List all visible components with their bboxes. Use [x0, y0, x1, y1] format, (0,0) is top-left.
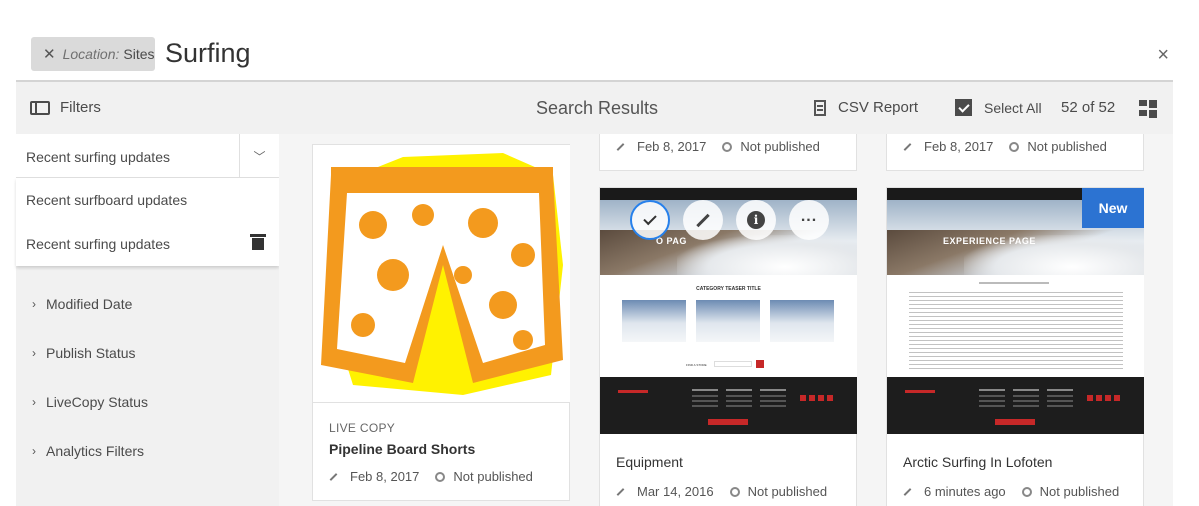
- page-thumbnail: O PAG CATEGORY TEASER TITLE FIND A STORE…: [600, 188, 857, 434]
- search-bar: ✕ Location: Sites Surfing ×: [0, 0, 1199, 82]
- thumb-hero-text: EXPERIENCE PAGE: [943, 236, 1036, 246]
- select-all-button[interactable]: Select All: [955, 99, 1042, 116]
- publish-status-icon: [729, 486, 740, 497]
- saved-search-value: Recent surfing updates: [26, 149, 170, 165]
- facet-livecopy-status[interactable]: › LiveCopy Status: [32, 394, 148, 410]
- remove-tag-icon[interactable]: ✕: [43, 45, 56, 63]
- results-grid: Feb 8, 2017 Not published Feb 8, 2017 No…: [279, 134, 1173, 506]
- thumb-store-label: FIND A STORE: [686, 362, 707, 367]
- pencil-icon: [329, 472, 338, 481]
- filter-rail: Recent surfing updates ﹀ Recent surfboar…: [16, 134, 279, 506]
- result-card-pipeline-board-shorts[interactable]: LIVE COPY Pipeline Board Shorts Feb 8, 2…: [312, 144, 570, 501]
- chevron-right-icon: ›: [32, 346, 36, 360]
- facet-label: Modified Date: [46, 296, 133, 312]
- card-meta: 6 minutes ago Not published: [903, 484, 1119, 499]
- publish-status: Not published: [1027, 139, 1107, 154]
- card-meta: Feb 8, 2017 Not published: [903, 139, 1107, 154]
- publish-status: Not published: [740, 139, 820, 154]
- info-icon: i: [747, 211, 765, 229]
- trash-icon[interactable]: [250, 234, 266, 250]
- publish-status: Not published: [747, 484, 828, 499]
- tag-value: Sites: [123, 46, 155, 62]
- thumb-section-title: CATEGORY TEASER TITLE: [696, 286, 761, 292]
- card-title: Equipment: [616, 454, 683, 470]
- saved-search-option[interactable]: Recent surfboard updates: [26, 192, 187, 208]
- checkbox-icon: [955, 99, 972, 116]
- filters-toggle-button[interactable]: Filters: [30, 99, 101, 116]
- result-card[interactable]: Feb 8, 2017 Not published: [599, 134, 857, 171]
- location-filter-tag[interactable]: ✕ Location: Sites: [31, 37, 155, 71]
- chevron-down-icon[interactable]: ﹀: [239, 134, 279, 178]
- results-count: 52 of 52: [1061, 99, 1116, 116]
- modified-date: 6 minutes ago: [924, 484, 1006, 499]
- facet-publish-status[interactable]: › Publish Status: [32, 345, 136, 361]
- new-badge: New: [1082, 188, 1144, 228]
- pencil-icon: [616, 487, 625, 496]
- pencil-icon: [616, 142, 625, 151]
- card-meta: Mar 14, 2016 Not published: [616, 484, 827, 499]
- search-input[interactable]: Surfing: [165, 38, 251, 69]
- result-card-arctic-surfing[interactable]: EXPERIENCE PAGE New Arctic Surfing In Lo…: [886, 187, 1144, 506]
- more-actions-button[interactable]: ...: [789, 200, 829, 240]
- select-button[interactable]: [630, 200, 670, 240]
- page-title: Search Results: [536, 98, 659, 118]
- quick-actions: i ...: [630, 200, 829, 240]
- document-icon: [814, 99, 826, 116]
- card-meta: Feb 8, 2017 Not published: [616, 139, 820, 154]
- select-all-label: Select All: [984, 99, 1042, 116]
- modified-date: Feb 8, 2017: [924, 139, 994, 154]
- page-thumbnail: EXPERIENCE PAGE New: [887, 188, 1144, 434]
- result-card[interactable]: Feb 8, 2017 Not published: [886, 134, 1144, 171]
- csv-report-button[interactable]: CSV Report: [814, 99, 918, 116]
- facet-label: LiveCopy Status: [46, 394, 148, 410]
- card-title: Pipeline Board Shorts: [329, 441, 476, 457]
- pencil-icon: [903, 487, 912, 496]
- publish-status-icon: [722, 141, 733, 152]
- result-card-equipment[interactable]: O PAG CATEGORY TEASER TITLE FIND A STORE…: [599, 187, 857, 506]
- filters-label: Filters: [60, 99, 101, 116]
- card-title: Arctic Surfing In Lofoten: [903, 454, 1053, 470]
- close-search-icon[interactable]: ×: [1157, 44, 1169, 67]
- board-shorts-image: [313, 145, 570, 403]
- action-bar: Filters Search Results CSV Report Select…: [16, 82, 1173, 134]
- publish-status: Not published: [1039, 484, 1120, 499]
- pencil-icon: [903, 142, 912, 151]
- chevron-right-icon: ›: [32, 297, 36, 311]
- saved-search-menu: Recent surfboard updates Recent surfing …: [16, 178, 279, 266]
- card-meta: Feb 8, 2017 Not published: [329, 469, 533, 484]
- view-switcher-icon[interactable]: [1139, 100, 1157, 118]
- properties-button[interactable]: i: [736, 200, 776, 240]
- saved-search-option[interactable]: Recent surfing updates: [26, 236, 170, 252]
- saved-search-select[interactable]: Recent surfing updates ﹀: [16, 134, 279, 178]
- tag-key: Location:: [62, 46, 120, 62]
- facet-label: Analytics Filters: [46, 443, 145, 459]
- facet-label: Publish Status: [46, 345, 136, 361]
- edit-button[interactable]: [683, 200, 723, 240]
- pencil-icon: [696, 213, 710, 227]
- ellipsis-icon: ...: [800, 208, 818, 225]
- modified-date: Feb 8, 2017: [350, 469, 420, 484]
- rail-toggle-icon: [30, 100, 50, 115]
- chevron-right-icon: ›: [32, 395, 36, 409]
- chevron-right-icon: ›: [32, 444, 36, 458]
- publish-status-icon: [435, 471, 446, 482]
- facet-modified-date[interactable]: › Modified Date: [32, 296, 132, 312]
- check-icon: [643, 211, 657, 226]
- publish-status-icon: [1021, 486, 1032, 497]
- csv-report-label: CSV Report: [838, 99, 919, 116]
- modified-date: Feb 8, 2017: [637, 139, 707, 154]
- publish-status: Not published: [453, 469, 533, 484]
- facet-analytics-filters[interactable]: › Analytics Filters: [32, 443, 144, 459]
- modified-date: Mar 14, 2016: [637, 484, 714, 499]
- card-type: LIVE COPY: [329, 421, 396, 435]
- publish-status-icon: [1009, 141, 1020, 152]
